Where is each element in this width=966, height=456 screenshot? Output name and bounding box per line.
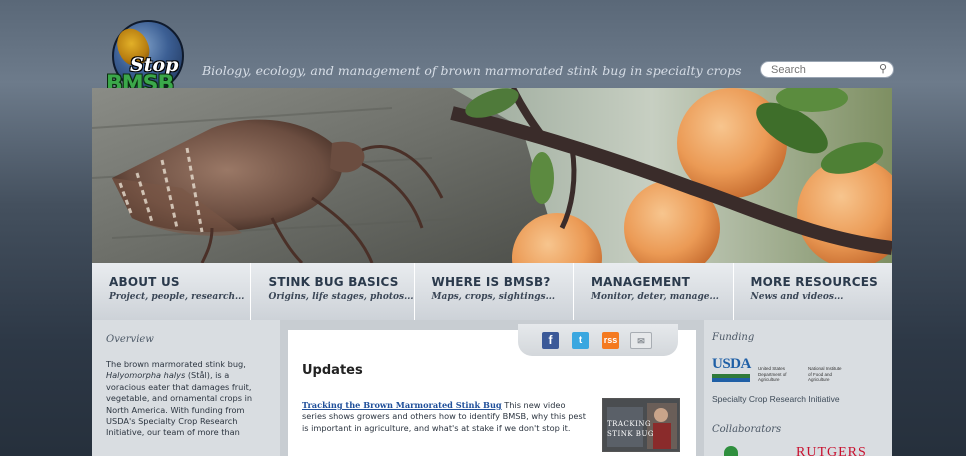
overview-panel: Overview The brown marmorated stink bug,… xyxy=(92,320,280,456)
nav-subtitle: Maps, crops, sightings... xyxy=(431,292,556,302)
main-navigation: ABOUT US Project, people, research... ST… xyxy=(92,263,892,320)
nav-title: STINK BUG BASICS xyxy=(268,275,399,289)
species-name: Halyomorpha halys xyxy=(106,370,186,381)
nav-title: MANAGEMENT xyxy=(591,275,690,289)
facebook-icon[interactable]: f xyxy=(542,332,559,349)
site-tagline: Biology, ecology, and management of brow… xyxy=(202,63,742,78)
nav-subtitle: Origins, life stages, photos... xyxy=(268,292,414,302)
nav-title: ABOUT US xyxy=(109,275,180,289)
content-area: Overview The brown marmorated stink bug,… xyxy=(92,320,892,456)
search-icon[interactable]: ⚲ xyxy=(879,62,887,75)
hero-image xyxy=(92,88,892,263)
email-icon[interactable]: ✉ xyxy=(630,332,652,349)
stop-bmsb-logo[interactable]: Stop BMSB xyxy=(100,14,186,97)
site-header: Stop BMSB Biology, ecology, and manageme… xyxy=(92,0,894,97)
overview-text: The brown marmorated stink bug, Halyomor… xyxy=(106,359,253,438)
search-input[interactable] xyxy=(771,63,871,77)
updates-heading: Updates xyxy=(302,363,363,378)
nav-title: MORE RESOURCES xyxy=(750,275,878,289)
nav-subtitle: Monitor, deter, manage... xyxy=(591,292,719,302)
funding-panel: Funding USDA United States Department of A… xyxy=(704,320,892,456)
nav-title: WHERE IS BMSB? xyxy=(431,275,551,289)
hero-banner xyxy=(92,88,892,263)
twitter-icon[interactable]: t xyxy=(572,332,589,349)
nav-where-is-bmsb[interactable]: WHERE IS BMSB? Maps, crops, sightings... xyxy=(415,263,575,320)
nav-management[interactable]: MANAGEMENT Monitor, deter, manage... xyxy=(574,263,734,320)
updates-panel: f t rss ✉ Updates Tracking the Brown Mar… xyxy=(288,324,696,456)
update-link[interactable]: Tracking the Brown Marmorated Stink Bug xyxy=(302,400,502,410)
collaborators-heading: Collaborators xyxy=(712,424,782,435)
usda-logo[interactable]: USDA xyxy=(712,356,752,386)
nav-more-resources[interactable]: MORE RESOURCES News and videos... xyxy=(734,263,892,320)
update-item: Tracking the Brown Marmorated Stink Bug … xyxy=(302,400,588,434)
overview-heading: Overview xyxy=(106,334,154,345)
thumbnail-caption: TRACKING STINK BUG xyxy=(607,420,654,438)
social-links: f t rss ✉ xyxy=(518,324,678,356)
collaborator-logo[interactable] xyxy=(724,446,738,456)
program-name: Specialty Crop Research Initiative xyxy=(712,394,840,404)
video-thumbnail[interactable]: TRACKING STINK BUG xyxy=(602,398,680,452)
usda-department-text: United States Department of Agriculture xyxy=(758,366,787,382)
usda-wordmark: USDA xyxy=(712,356,751,372)
nav-stink-bug-basics[interactable]: STINK BUG BASICS Origins, life stages, p… xyxy=(251,263,415,320)
nifa-text: National Institute of Food and Agriculture xyxy=(808,366,842,382)
nav-about-us[interactable]: ABOUT US Project, people, research... xyxy=(92,263,252,320)
rss-icon[interactable]: rss xyxy=(602,332,619,349)
nav-subtitle: Project, people, research... xyxy=(109,292,245,302)
usda-stripe xyxy=(712,374,750,382)
funding-heading: Funding xyxy=(712,332,755,343)
page: Stop BMSB Biology, ecology, and manageme… xyxy=(92,0,894,456)
rutgers-logo[interactable]: RUTGERS xyxy=(796,445,867,456)
nav-subtitle: News and videos... xyxy=(750,292,844,302)
search-box[interactable]: ⚲ xyxy=(760,61,894,78)
